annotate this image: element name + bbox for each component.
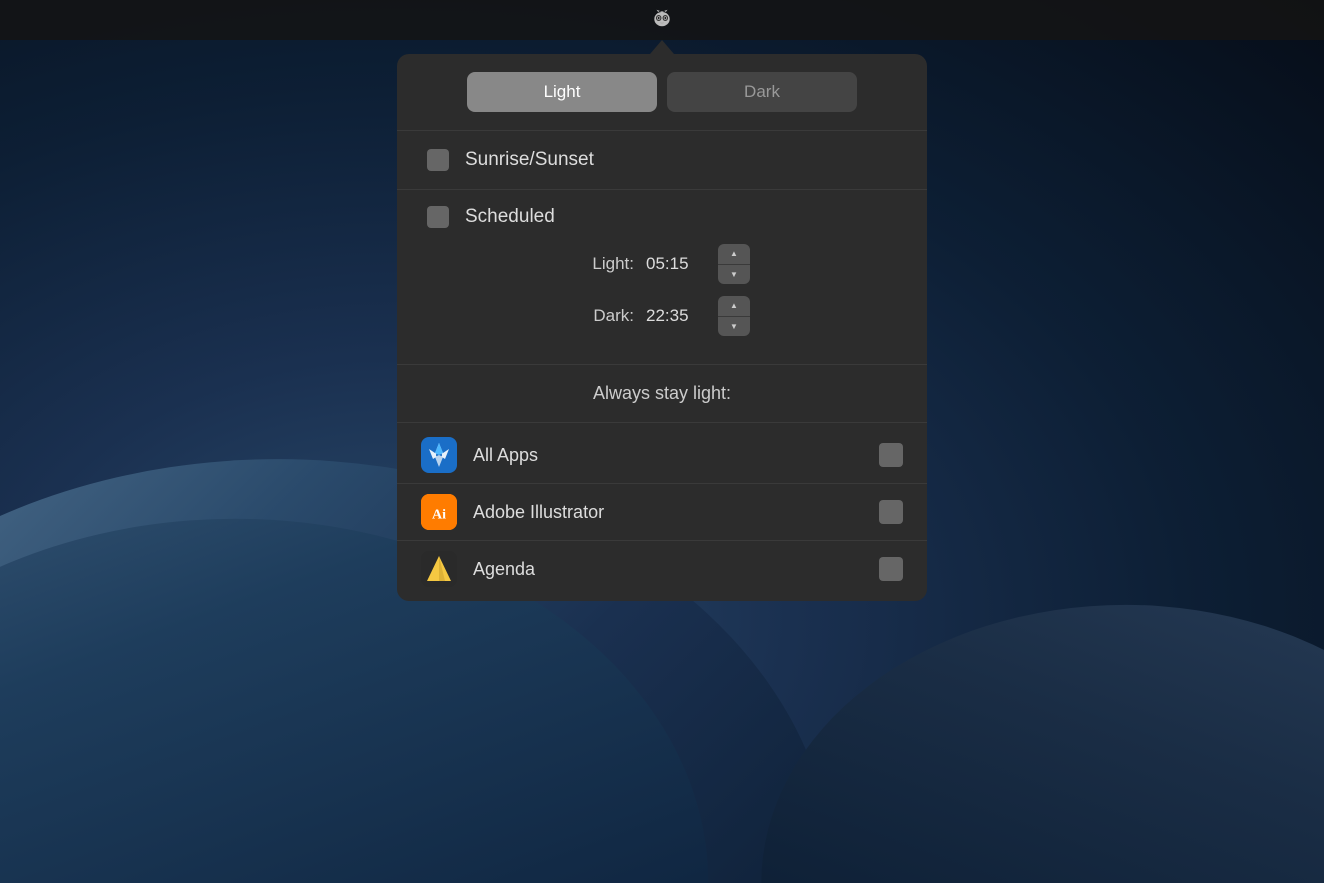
dark-time-value: 22:35 (646, 306, 706, 326)
light-time-label: Light: (574, 254, 634, 274)
light-time-value: 05:15 (646, 254, 706, 274)
always-stay-light-section: Always stay light: (397, 365, 927, 423)
sunrise-sunset-checkbox[interactable] (427, 149, 449, 171)
adobe-illustrator-name: Adobe Illustrator (473, 502, 863, 523)
dark-time-up[interactable]: ▲ (718, 296, 750, 316)
owl-icon[interactable] (651, 7, 673, 34)
dark-time-row: Dark: 22:35 ▲ ▼ (427, 296, 897, 336)
dark-button[interactable]: Dark (667, 72, 857, 112)
scheduled-section: Scheduled Light: 05:15 ▲ ▼ Dark: 22:35 ▲… (397, 190, 927, 365)
all-apps-name: All Apps (473, 445, 863, 466)
apps-section: All Apps Ai Adobe Illustrator (397, 423, 927, 601)
popup-panel: Light Dark Sunrise/Sunset Scheduled Ligh… (397, 54, 927, 601)
scheduled-label: Scheduled (465, 206, 555, 228)
agenda-icon (421, 551, 457, 587)
toggle-section: Light Dark (397, 54, 927, 131)
light-time-stepper[interactable]: ▲ ▼ (718, 244, 750, 284)
scheduled-checkbox[interactable] (427, 206, 449, 228)
all-apps-checkbox[interactable] (879, 443, 903, 467)
all-apps-icon (421, 437, 457, 473)
sunrise-sunset-label: Sunrise/Sunset (465, 149, 594, 171)
light-button[interactable]: Light (467, 72, 657, 112)
adobe-illustrator-row: Ai Adobe Illustrator (397, 484, 927, 541)
svg-text:Ai: Ai (432, 507, 446, 522)
dark-time-label: Dark: (574, 306, 634, 326)
sunrise-sunset-row: Sunrise/Sunset (397, 131, 927, 190)
agenda-row: Agenda (397, 541, 927, 597)
topbar (0, 0, 1324, 40)
all-apps-row: All Apps (397, 427, 927, 484)
light-time-up[interactable]: ▲ (718, 244, 750, 264)
always-stay-light-label: Always stay light: (593, 383, 731, 403)
adobe-illustrator-icon: Ai (421, 494, 457, 530)
agenda-checkbox[interactable] (879, 557, 903, 581)
popup-arrow (650, 40, 674, 54)
light-time-row: Light: 05:15 ▲ ▼ (427, 244, 897, 284)
scheduled-header: Scheduled (427, 206, 897, 228)
light-time-down[interactable]: ▼ (718, 265, 750, 285)
dark-time-stepper[interactable]: ▲ ▼ (718, 296, 750, 336)
agenda-name: Agenda (473, 559, 863, 580)
adobe-illustrator-checkbox[interactable] (879, 500, 903, 524)
dark-time-down[interactable]: ▼ (718, 317, 750, 337)
